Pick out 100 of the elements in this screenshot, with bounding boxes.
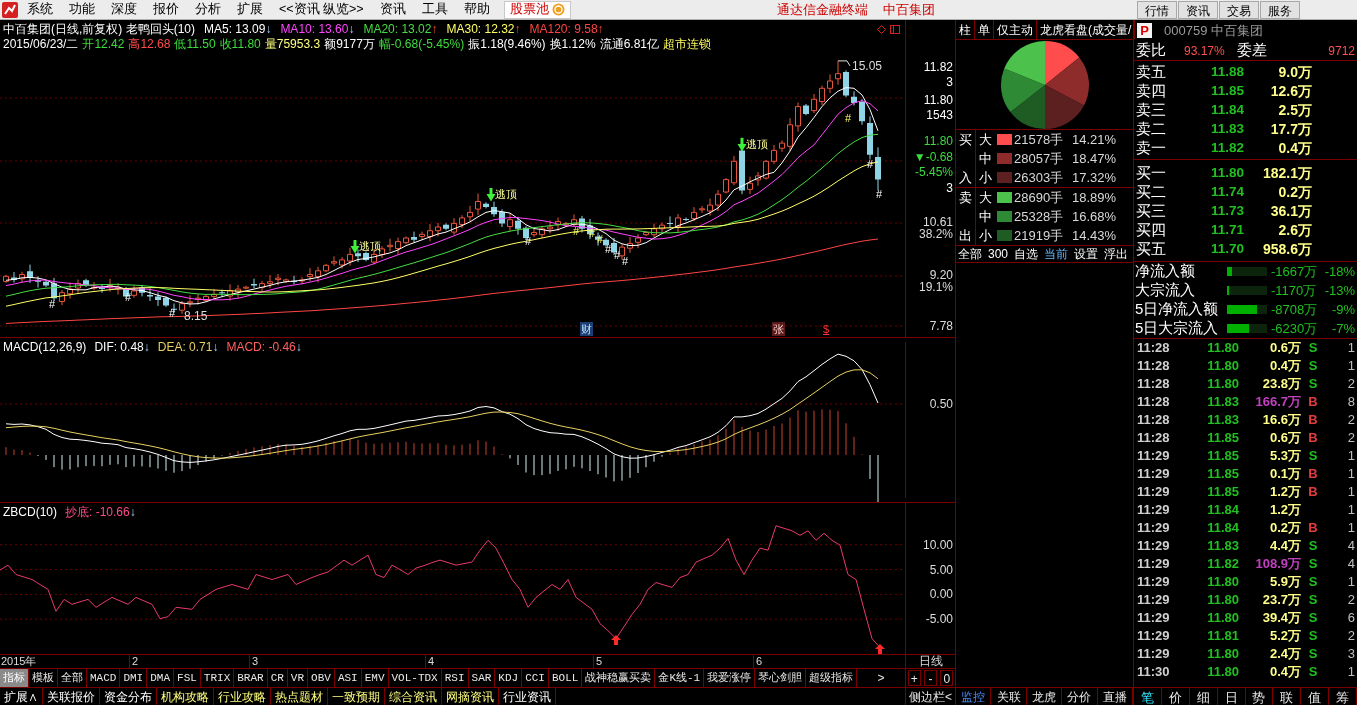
- indicator-tab[interactable]: FSL: [174, 669, 201, 687]
- trade-volume: 16.6万: [1261, 411, 1301, 430]
- indicator-tab[interactable]: KDJ: [495, 669, 523, 687]
- trade-count: 1: [1346, 663, 1356, 682]
- order-volume: 0.4万: [1277, 139, 1312, 158]
- zoom-button[interactable]: -: [924, 670, 937, 686]
- indicator-tab[interactable]: 模板: [29, 669, 58, 687]
- trade-side: S: [1307, 609, 1319, 628]
- trade-time: 11:29: [1136, 519, 1171, 538]
- indicator-tab[interactable]: DMA: [147, 669, 175, 687]
- indicator-tab[interactable]: RSI: [441, 669, 469, 687]
- menu-item[interactable]: 功能: [61, 0, 103, 19]
- indicator-tab[interactable]: 全部: [58, 669, 87, 687]
- side-tab[interactable]: 监控: [956, 688, 992, 705]
- panel-tab[interactable]: 龙虎看盘(成交量/: [1037, 20, 1136, 39]
- view-button[interactable]: 资讯: [1178, 0, 1218, 19]
- filter-tab[interactable]: 当前: [1044, 245, 1069, 263]
- side-tab[interactable]: 关联: [991, 688, 1027, 705]
- indicator-tab[interactable]: BRAR: [234, 669, 268, 687]
- indicator-tab[interactable]: ASI: [334, 669, 362, 687]
- bottom-tab[interactable]: 行业资讯: [499, 688, 556, 705]
- side-tab[interactable]: 直播: [1097, 688, 1134, 705]
- indicator-reading: DIF: 0.48↓: [94, 338, 150, 356]
- zoom-button[interactable]: 0: [940, 670, 954, 686]
- detail-tab[interactable]: 日: [1217, 688, 1246, 705]
- detail-tab[interactable]: 联: [1273, 688, 1302, 705]
- sidebar-toggle[interactable]: 侧边栏<: [909, 687, 952, 705]
- view-button[interactable]: 交易: [1219, 0, 1259, 19]
- indicator-tab[interactable]: 金K线-1: [655, 669, 705, 687]
- indicator-tab[interactable]: CCI: [522, 669, 549, 687]
- price-label: ▼-0.68: [913, 150, 953, 164]
- more-tabs-button[interactable]: >: [857, 669, 905, 687]
- bottom-tab[interactable]: 网摘资讯: [442, 688, 499, 705]
- indicator-tab[interactable]: BOLL: [548, 669, 583, 687]
- side-label: 买: [959, 131, 972, 149]
- indicator-tab[interactable]: VR: [287, 669, 309, 687]
- filter-tab[interactable]: 浮出: [1104, 245, 1129, 263]
- indicator-tab[interactable]: OBV: [308, 669, 335, 687]
- bottom-tab[interactable]: 热点题材: [271, 688, 328, 705]
- detail-tab[interactable]: 细: [1189, 688, 1218, 705]
- bottom-tab[interactable]: 资金分布: [100, 688, 157, 705]
- menu-item[interactable]: 资讯: [371, 0, 414, 19]
- down-arrow-icon: [350, 240, 360, 254]
- menu-item[interactable]: 报价: [145, 0, 187, 19]
- hash-mark: #: [622, 255, 629, 267]
- p-button[interactable]: P: [1137, 23, 1152, 38]
- indicator-tab[interactable]: 我爱涨停: [704, 669, 756, 687]
- detail-tab[interactable]: 值: [1301, 688, 1330, 705]
- bottom-tab[interactable]: 关联报价: [43, 688, 100, 705]
- trade-price: 11.81: [1206, 627, 1239, 646]
- date-label: 6: [756, 655, 763, 668]
- side-tab[interactable]: 龙虎: [1026, 688, 1063, 705]
- bottom-tab[interactable]: 综合资讯: [385, 688, 442, 705]
- indicator-tab[interactable]: 战神稳赢买卖: [582, 669, 656, 687]
- indicator-tab[interactable]: EMV: [361, 669, 389, 687]
- bottom-tab[interactable]: 扩展∧: [0, 688, 43, 705]
- filter-tab[interactable]: 全部: [958, 245, 982, 263]
- filter-tab[interactable]: 300: [988, 245, 1009, 263]
- bottom-tab[interactable]: 一致预期: [328, 688, 385, 705]
- menu-item[interactable]: 深度: [103, 0, 145, 19]
- price-label: 11.80: [923, 93, 953, 107]
- menu-item[interactable]: 系统: [19, 0, 61, 19]
- indicator-tab[interactable]: DMI: [120, 669, 148, 687]
- detail-tab[interactable]: 势: [1245, 688, 1274, 705]
- menu-item[interactable]: 分析: [187, 0, 229, 19]
- side-tab[interactable]: 分价: [1062, 688, 1098, 705]
- indicator-tab[interactable]: SAR: [468, 669, 496, 687]
- trade-price: 11.83: [1206, 393, 1239, 412]
- indicator-tab[interactable]: CR: [267, 669, 288, 687]
- indicator-tab[interactable]: VOL-TDX: [388, 669, 442, 687]
- panel-tab[interactable]: 仅主动: [994, 20, 1037, 39]
- bottom-tab[interactable]: 行业攻略: [214, 688, 271, 705]
- indicator-tab[interactable]: TRIX: [200, 669, 235, 687]
- menu-item[interactable]: <<资讯 纵览>>: [271, 0, 372, 19]
- view-button[interactable]: 行情: [1137, 0, 1177, 19]
- detail-tab[interactable]: 价: [1161, 688, 1190, 705]
- stock-pool-button[interactable]: 股票池: [503, 0, 571, 19]
- menu-item[interactable]: 工具: [413, 0, 456, 19]
- filter-tab[interactable]: 自选: [1014, 245, 1039, 263]
- indicator-tab[interactable]: MACD: [87, 669, 121, 687]
- pie-slice: [1000, 68, 1045, 112]
- trade-side: B: [1307, 429, 1319, 448]
- indicator-tab[interactable]: 琴心剑胆: [755, 669, 807, 687]
- menu-item[interactable]: 帮助: [455, 0, 498, 19]
- panel-tab[interactable]: 柱: [956, 20, 975, 39]
- zoom-button[interactable]: +: [907, 670, 921, 686]
- bottom-tab[interactable]: 机构攻略: [157, 688, 214, 705]
- diamond-icon[interactable]: [877, 25, 886, 34]
- trade-volume: 2.4万: [1268, 645, 1301, 664]
- detail-tab[interactable]: 筹: [1329, 688, 1357, 705]
- order-label: 买三: [1135, 201, 1167, 222]
- window-icon[interactable]: [890, 25, 900, 34]
- order-volume: 17.7万: [1269, 120, 1312, 139]
- detail-tab[interactable]: 笔: [1134, 688, 1162, 705]
- filter-tab[interactable]: 设置: [1074, 245, 1099, 263]
- indicator-tab[interactable]: 超级指标: [806, 669, 858, 687]
- menu-item[interactable]: 扩展: [229, 0, 271, 19]
- view-button[interactable]: 服务: [1260, 0, 1300, 19]
- panel-tab[interactable]: 单: [975, 20, 994, 39]
- trade-side: S: [1307, 663, 1319, 682]
